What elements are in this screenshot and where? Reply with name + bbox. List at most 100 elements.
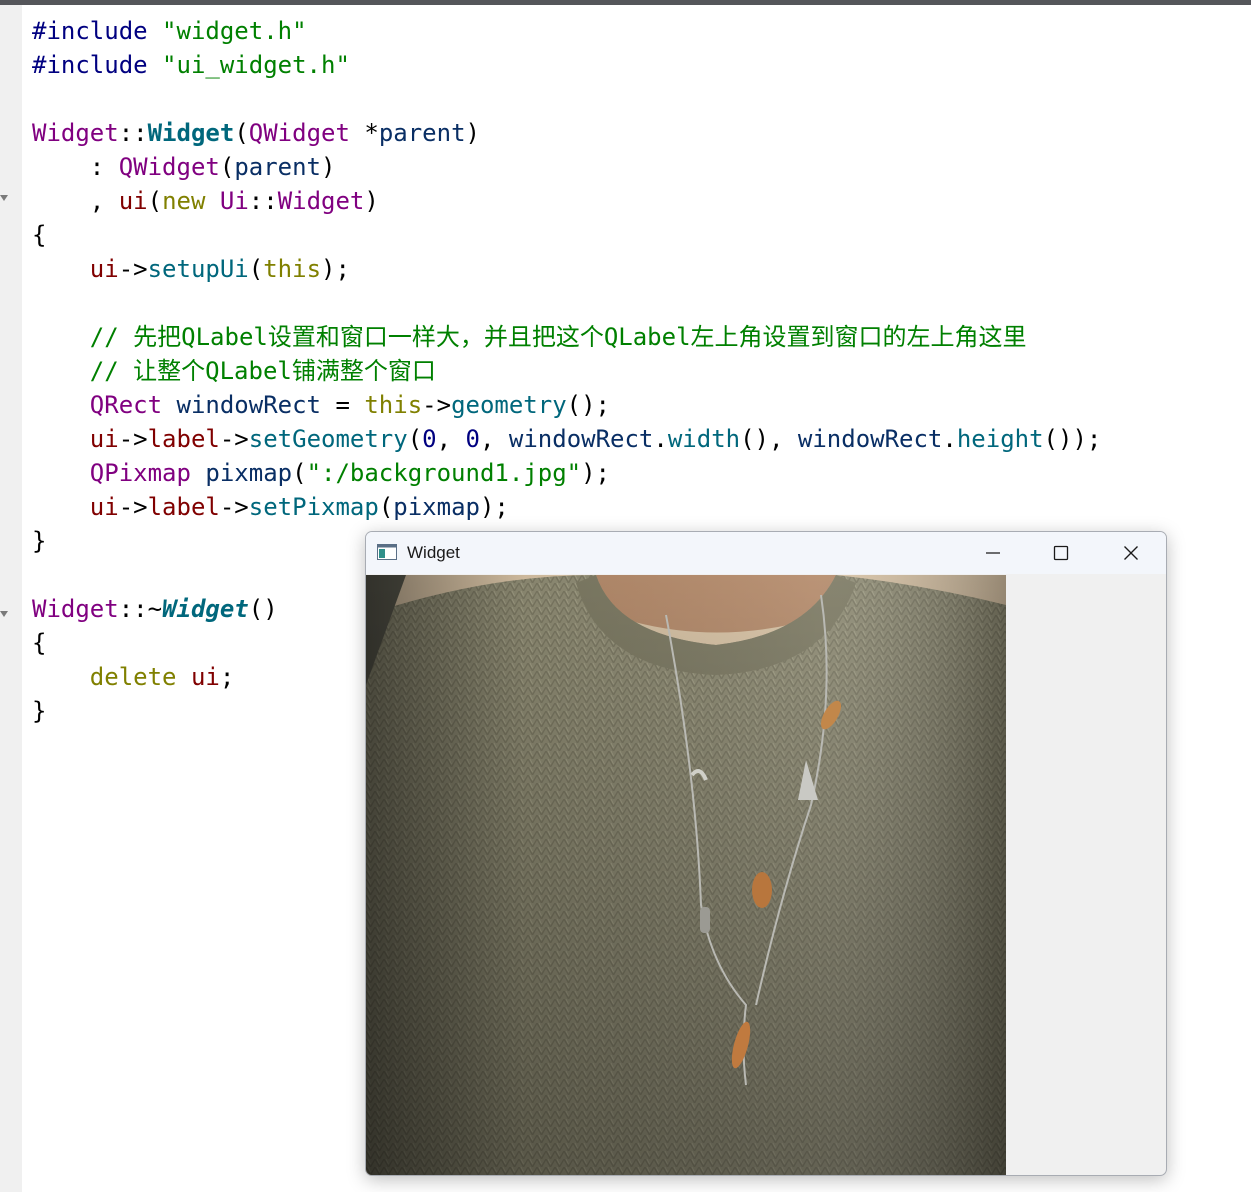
code-line[interactable]: { <box>32 218 46 252</box>
code-line[interactable]: } <box>32 694 46 728</box>
code-token: pixmap <box>393 493 480 521</box>
code-token: Widget <box>32 119 119 147</box>
maximize-button[interactable] <box>1028 532 1094 574</box>
code-line[interactable]: { <box>32 626 46 660</box>
code-token: ; <box>219 663 235 691</box>
window-titlebar[interactable]: Widget <box>366 532 1166 574</box>
code-token: Widget <box>162 595 249 623</box>
code-token: ()); <box>1043 425 1102 453</box>
minimize-button[interactable] <box>960 532 1026 574</box>
code-token: ) <box>465 119 480 147</box>
code-line[interactable]: QRect windowRect = this->geometry(); <box>32 388 610 422</box>
code-token: ( <box>234 119 249 147</box>
minimize-icon <box>986 552 1000 554</box>
code-line[interactable]: ui->label->setGeometry(0, 0, windowRect.… <box>32 422 1102 456</box>
code-token: parent <box>378 119 466 147</box>
code-line[interactable]: Widget::~Widget() <box>32 592 278 626</box>
code-token: * <box>349 119 379 147</box>
code-token: // 让整个QLabel铺满整个窗口 <box>32 357 436 385</box>
code-token: ) <box>364 187 379 215</box>
code-token: QPixmap <box>89 459 191 487</box>
code-token: ( <box>407 425 423 453</box>
code-token: windowRect <box>797 425 943 453</box>
code-token: : <box>32 153 119 181</box>
code-token: QWidget <box>118 153 220 181</box>
code-line[interactable]: delete ui; <box>32 660 235 694</box>
code-token: Ui <box>219 187 249 215</box>
code-token: { <box>32 221 47 249</box>
close-icon <box>1124 546 1138 560</box>
code-token: } <box>32 527 47 555</box>
code-line[interactable]: } <box>32 524 46 558</box>
code-token: Widget <box>32 595 119 623</box>
code-token: ( <box>219 153 235 181</box>
code-token: -> <box>118 255 148 283</box>
window-title: Widget <box>407 543 460 562</box>
code-line[interactable]: , ui(new Ui::Widget) <box>32 184 379 218</box>
code-token: ( <box>248 255 264 283</box>
code-token: parent <box>234 153 322 181</box>
code-token: QRect <box>89 391 163 419</box>
code-token: QWidget <box>248 119 350 147</box>
code-token: ( <box>292 459 307 487</box>
label-pixmap <box>366 575 1006 1175</box>
code-token: ui <box>190 663 220 691</box>
code-token: this <box>263 255 322 283</box>
code-line[interactable]: // 让整个QLabel铺满整个窗口 <box>32 354 436 388</box>
code-token: windowRect <box>176 391 322 419</box>
code-token: :: <box>248 187 278 215</box>
code-token: (); <box>566 391 611 419</box>
code-token: . <box>942 425 957 453</box>
code-token: ) <box>321 153 336 181</box>
code-token: height <box>956 425 1044 453</box>
code-line[interactable]: #include "widget.h" <box>32 14 307 48</box>
code-token: ); <box>581 459 611 487</box>
close-button[interactable] <box>1098 532 1164 574</box>
code-line[interactable]: QPixmap pixmap(":/background1.jpg"); <box>32 456 610 490</box>
code-token: (), <box>740 425 798 453</box>
fold-marker-icon[interactable] <box>0 195 8 201</box>
code-token: width <box>667 425 741 453</box>
code-line[interactable]: Widget::Widget(QWidget *parent) <box>32 116 480 150</box>
code-token: ( <box>147 187 163 215</box>
code-token: () <box>248 595 278 623</box>
code-line[interactable]: ui->setupUi(this); <box>32 252 350 286</box>
code-token: ::~ <box>118 595 163 623</box>
code-token: , <box>32 187 119 215</box>
code-token: ui <box>89 255 119 283</box>
code-line[interactable]: : QWidget(parent) <box>32 150 336 184</box>
code-token: ); <box>479 493 509 521</box>
code-token: ui <box>118 187 148 215</box>
code-token: this <box>364 391 423 419</box>
code-token: label <box>147 493 220 521</box>
code-token: #include <box>32 17 163 45</box>
code-token: -> <box>422 391 452 419</box>
code-token: delete <box>89 663 177 691</box>
code-token: ( <box>378 493 394 521</box>
code-token: setupUi <box>147 255 249 283</box>
code-token: . <box>653 425 668 453</box>
fold-marker-icon[interactable] <box>0 611 8 617</box>
code-token: = <box>321 391 365 419</box>
code-line[interactable]: #include "ui_widget.h" <box>32 48 350 82</box>
code-token: label <box>147 425 220 453</box>
code-token: #include <box>32 51 163 79</box>
code-token: ":/background1.jpg" <box>306 459 582 487</box>
widget-window[interactable]: Widget <box>365 531 1167 1176</box>
code-line[interactable]: ui->label->setPixmap(pixmap); <box>32 490 509 524</box>
code-token: setPixmap <box>248 493 379 521</box>
code-token: geometry <box>451 391 567 419</box>
code-token: 0 <box>422 425 437 453</box>
code-token: pixmap <box>205 459 293 487</box>
code-line[interactable]: // 先把QLabel设置和窗口一样大，并且把这个QLabel左上角设置到窗口的… <box>32 320 1027 354</box>
code-token: // 先把QLabel设置和窗口一样大，并且把这个QLabel左上角设置到窗口的… <box>32 323 1027 351</box>
